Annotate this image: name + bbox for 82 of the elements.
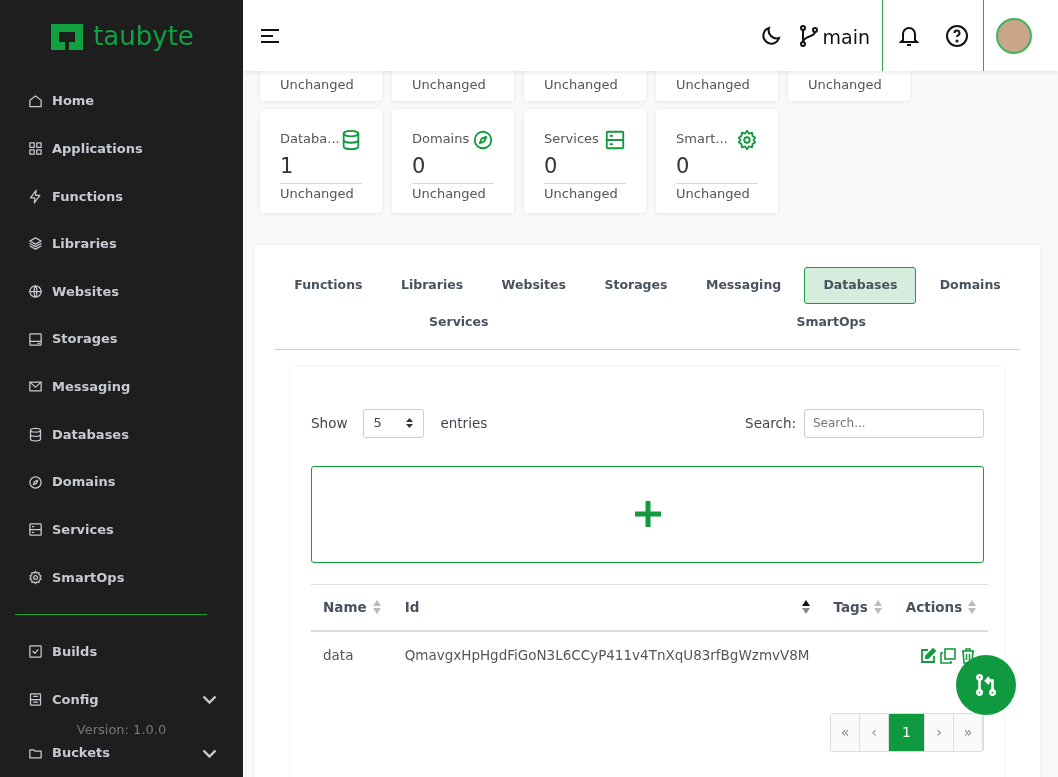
column-header[interactable]: Actions bbox=[905, 597, 963, 618]
show-label: Show bbox=[311, 413, 348, 433]
avatar[interactable] bbox=[996, 17, 1032, 54]
copy-icon[interactable] bbox=[940, 647, 957, 664]
sidebar-item[interactable]: Websites bbox=[52, 281, 119, 302]
sidebar-item[interactable]: Databases bbox=[52, 424, 129, 445]
page-size-select[interactable]: 5 bbox=[363, 408, 425, 438]
sidebar-item[interactable]: Builds bbox=[52, 642, 98, 662]
tab[interactable]: Databases bbox=[804, 267, 917, 304]
card-title: Smart... bbox=[676, 130, 728, 148]
sort-icon[interactable] bbox=[801, 600, 810, 615]
search-label: Search: bbox=[745, 413, 796, 433]
sidebar-item[interactable]: Config bbox=[52, 689, 99, 710]
tab[interactable]: Storages bbox=[589, 267, 683, 304]
plus-icon bbox=[632, 499, 663, 529]
edit-icon[interactable] bbox=[920, 647, 937, 664]
tab[interactable]: Functions bbox=[279, 267, 378, 304]
help-icon[interactable] bbox=[945, 23, 969, 48]
column-header[interactable]: Tags bbox=[833, 597, 868, 618]
sidebar-item[interactable]: Functions bbox=[52, 186, 124, 207]
sidebar-item[interactable]: Applications bbox=[52, 138, 143, 159]
tab[interactable]: SmartOps bbox=[646, 303, 1016, 341]
sidebar-item[interactable]: Buckets bbox=[52, 743, 110, 763]
server-icon bbox=[28, 522, 43, 538]
column-header[interactable]: Name bbox=[323, 597, 367, 618]
globe-icon bbox=[28, 284, 43, 300]
lightning-icon bbox=[28, 188, 43, 204]
panel-icon bbox=[28, 692, 43, 708]
server-icon bbox=[604, 129, 626, 151]
search-field[interactable]: Search... bbox=[804, 408, 984, 438]
compass-icon bbox=[28, 474, 43, 490]
sidebar-item[interactable]: Messaging bbox=[52, 377, 131, 397]
card-title: Services bbox=[544, 130, 599, 148]
card-title: Databa... bbox=[280, 130, 340, 148]
sort-arrows-icon bbox=[405, 417, 415, 429]
card-value: 0 bbox=[412, 151, 494, 184]
logo-text: taubyte bbox=[93, 20, 194, 54]
compass-icon bbox=[472, 129, 494, 151]
tab[interactable]: Messaging bbox=[690, 267, 797, 304]
status-text: Unchanged bbox=[544, 76, 618, 94]
layers-icon bbox=[28, 236, 43, 252]
status-text: Unchanged bbox=[544, 184, 619, 203]
drive-icon bbox=[28, 331, 43, 347]
status-text: Unchanged bbox=[280, 76, 354, 94]
sidebar-item[interactable]: Home bbox=[52, 91, 95, 111]
sidebar-item[interactable]: Libraries bbox=[52, 234, 117, 254]
status-text: Unchanged bbox=[676, 76, 750, 94]
entries-label: entries bbox=[440, 413, 488, 433]
card-value: 0 bbox=[676, 151, 758, 184]
tab[interactable]: Services bbox=[279, 303, 639, 341]
database-icon bbox=[340, 129, 362, 151]
gear-icon bbox=[28, 569, 43, 585]
status-text: Unchanged bbox=[412, 76, 486, 94]
home-icon bbox=[28, 93, 43, 109]
page-button[interactable]: 1 bbox=[889, 714, 925, 751]
sidebar-item[interactable]: Services bbox=[52, 519, 114, 540]
envelope-icon bbox=[28, 379, 43, 395]
grid-icon bbox=[28, 141, 43, 157]
table-cell: data bbox=[311, 631, 393, 679]
tab[interactable]: Domains bbox=[924, 267, 1016, 304]
tab[interactable]: Websites bbox=[486, 267, 582, 304]
database-icon bbox=[28, 426, 43, 442]
version-text: Version: 1.0.0 bbox=[75, 723, 168, 738]
status-text: Unchanged bbox=[412, 184, 487, 203]
table-cell: QmavgxHpHgdFiGoN3L6CCyP411v4TnXqU83rfBgWzmvV8M bbox=[392, 631, 822, 679]
logo-icon bbox=[49, 21, 86, 52]
status-text: Unchanged bbox=[676, 184, 751, 203]
sidebar-item[interactable]: Storages bbox=[52, 329, 118, 349]
column-header[interactable]: Id bbox=[404, 597, 420, 618]
sidebar-item[interactable]: Domains bbox=[52, 472, 116, 492]
gear-icon bbox=[736, 129, 758, 151]
status-text: Unchanged bbox=[808, 76, 882, 94]
branch-name[interactable]: main bbox=[822, 23, 870, 52]
card-value: 1 bbox=[280, 151, 362, 184]
card-value: 0 bbox=[544, 151, 626, 184]
tab[interactable]: Libraries bbox=[385, 267, 479, 304]
sidebar-item[interactable]: SmartOps bbox=[52, 567, 125, 588]
add-button[interactable] bbox=[311, 465, 984, 563]
status-text: Unchanged bbox=[280, 184, 355, 203]
checkbox-icon bbox=[28, 644, 43, 660]
pull-request-icon bbox=[973, 672, 999, 698]
card-title: Domains bbox=[412, 130, 470, 148]
